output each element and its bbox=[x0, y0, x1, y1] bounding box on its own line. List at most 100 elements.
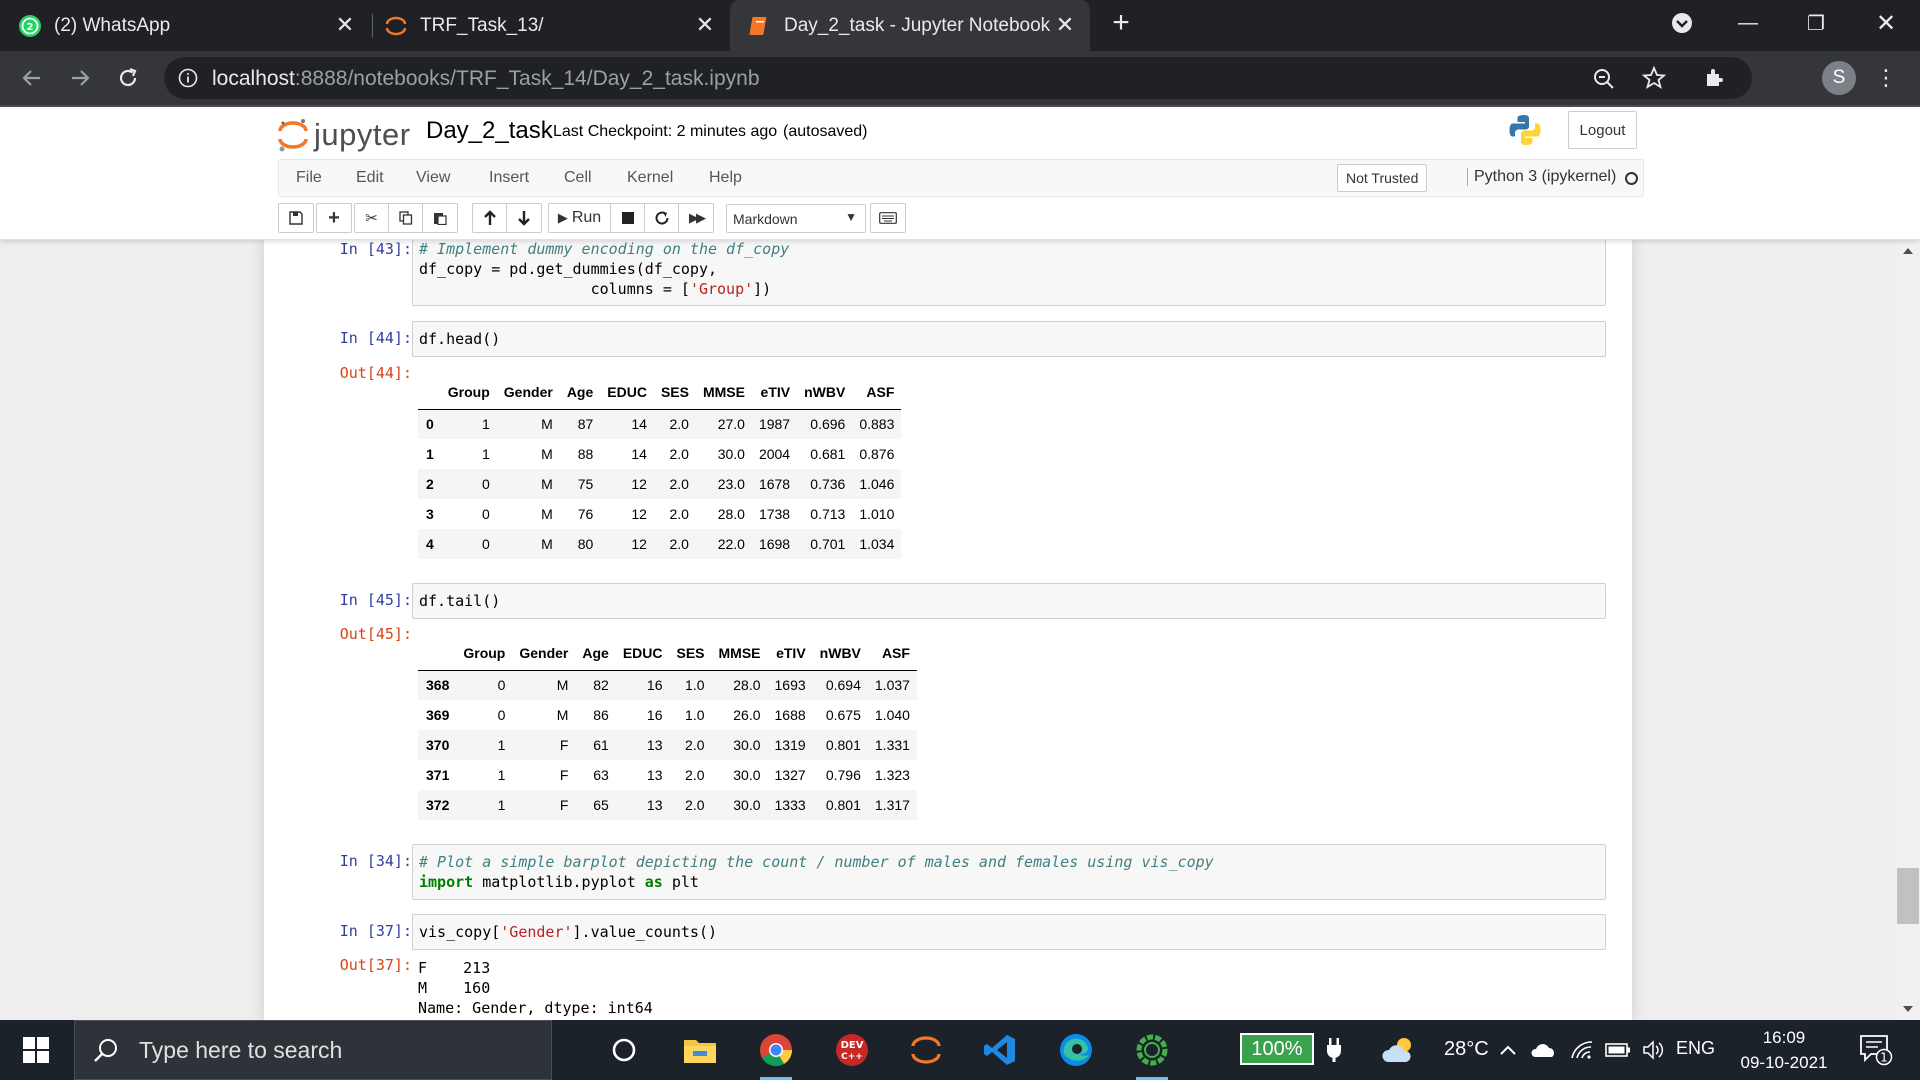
jupyter-logo[interactable]: jupyter bbox=[278, 115, 411, 155]
forward-icon[interactable] bbox=[62, 60, 98, 96]
move-up-icon[interactable] bbox=[473, 204, 507, 232]
run-button[interactable]: ▶ Run bbox=[549, 204, 611, 232]
zoom-icon[interactable] bbox=[1592, 67, 1616, 91]
cell-34-prompt: In [34]: bbox=[339, 852, 412, 870]
command-palette-keyboard-icon[interactable] bbox=[871, 204, 905, 232]
column-header-group: Group bbox=[440, 376, 497, 410]
table-cell: 1698 bbox=[758, 536, 791, 552]
tab-trf-task-13[interactable]: TRF_Task_13/ ✕ bbox=[384, 0, 730, 51]
interrupt-kernel-icon[interactable] bbox=[611, 204, 645, 232]
table-cell: 1.317 bbox=[874, 797, 910, 813]
address-bar[interactable]: localhost:8888/notebooks/TRF_Task_14/Day… bbox=[164, 57, 1752, 99]
autosave-status: (autosaved) bbox=[783, 123, 868, 140]
show-hidden-icons-chevron-icon[interactable] bbox=[1494, 1036, 1522, 1064]
weather-cloud-sun-icon[interactable] bbox=[1382, 1036, 1416, 1064]
scrollbar-thumb[interactable] bbox=[1897, 868, 1919, 924]
column-header-etiv: eTIV bbox=[767, 637, 813, 671]
cell-34-input[interactable]: # Plot a simple barplot depicting the co… bbox=[412, 844, 1606, 900]
close-tab-icon[interactable]: ✕ bbox=[334, 14, 356, 36]
cut-icon[interactable]: ✂ bbox=[355, 204, 389, 232]
edge-icon[interactable] bbox=[1052, 1028, 1100, 1072]
restore-icon[interactable]: ❐ bbox=[1786, 0, 1846, 46]
table-cell: 2004 bbox=[758, 446, 791, 462]
weather-temperature[interactable]: 28°C bbox=[1444, 1038, 1489, 1061]
table-cell: 0.736 bbox=[810, 476, 846, 492]
notebook-name[interactable]: Day_2_task bbox=[426, 117, 553, 145]
svg-text:2: 2 bbox=[27, 22, 34, 33]
minimize-icon[interactable]: ― bbox=[1718, 0, 1778, 46]
onedrive-cloud-icon[interactable] bbox=[1530, 1036, 1558, 1064]
reload-icon[interactable] bbox=[110, 60, 146, 96]
table-row: 1 1 M 88 14 2.0 30.0 2004 0.681 0.876 bbox=[418, 439, 901, 469]
chrome-taskbar-icon[interactable] bbox=[752, 1028, 800, 1080]
table-cell: 1.0 bbox=[685, 677, 705, 694]
cell-37-input[interactable]: vis_copy['Gender'].value_counts() bbox=[412, 914, 1606, 950]
menu-edit[interactable]: Edit bbox=[356, 169, 384, 187]
battery-icon[interactable] bbox=[1604, 1036, 1632, 1064]
tab-search-icon[interactable] bbox=[1652, 0, 1712, 46]
browser-menu-icon[interactable]: ⋮ bbox=[1874, 63, 1898, 93]
table-cell: 82 bbox=[593, 677, 609, 694]
extensions-icon[interactable] bbox=[1702, 66, 1726, 90]
menu-cell[interactable]: Cell bbox=[564, 169, 592, 187]
save-icon[interactable] bbox=[279, 204, 313, 232]
scroll-down-icon[interactable] bbox=[1903, 1006, 1913, 1012]
devcpp-icon[interactable]: DEV C++ bbox=[828, 1028, 876, 1072]
close-tab-icon[interactable]: ✕ bbox=[694, 14, 716, 36]
battery-percentage-badge[interactable]: 100% bbox=[1240, 1033, 1314, 1065]
file-explorer-icon[interactable] bbox=[676, 1028, 724, 1072]
scroll-up-icon[interactable] bbox=[1903, 248, 1913, 254]
back-icon[interactable] bbox=[14, 60, 50, 96]
close-window-icon[interactable]: ✕ bbox=[1856, 0, 1916, 46]
bookmark-star-icon[interactable] bbox=[1642, 66, 1666, 90]
cell-45-prompt: In [45]: bbox=[339, 591, 412, 609]
table-cell: 0.801 bbox=[825, 797, 861, 813]
tab-title: TRF_Task_13/ bbox=[420, 14, 544, 36]
menu-view[interactable]: View bbox=[416, 169, 450, 187]
cell-43-input[interactable]: # Implement dummy encoding on the df_cop… bbox=[412, 240, 1606, 306]
table-cell: 1678 bbox=[758, 476, 791, 492]
table-cell: 0.876 bbox=[859, 446, 895, 462]
paste-icon[interactable] bbox=[423, 204, 457, 232]
taskbar-search-box[interactable]: Type here to search bbox=[74, 1020, 552, 1080]
new-tab-button[interactable]: + bbox=[1096, 0, 1146, 46]
table-cell: 22.0 bbox=[717, 536, 745, 552]
site-info-icon[interactable] bbox=[178, 68, 198, 88]
copy-icon[interactable] bbox=[389, 204, 423, 232]
task-view-icon[interactable] bbox=[600, 1028, 648, 1072]
charging-plug-icon[interactable] bbox=[1320, 1036, 1348, 1064]
tab-day-2-task[interactable]: Day_2_task - Jupyter Notebook ✕ bbox=[730, 0, 1090, 51]
cell-45-input[interactable]: df.tail() bbox=[412, 583, 1606, 619]
jupyter-taskbar-icon[interactable] bbox=[902, 1028, 950, 1072]
volume-icon[interactable] bbox=[1640, 1036, 1668, 1064]
vscode-icon[interactable] bbox=[976, 1028, 1024, 1072]
restart-kernel-icon[interactable] bbox=[645, 204, 679, 232]
anaconda-navigator-icon[interactable] bbox=[1128, 1028, 1176, 1080]
tab-whatsapp[interactable]: 2 (2) WhatsApp ✕ bbox=[18, 0, 370, 51]
cell-44-input[interactable]: df.head() bbox=[412, 321, 1606, 357]
not-trusted-button[interactable]: Not Trusted bbox=[1337, 164, 1428, 192]
menu-kernel[interactable]: Kernel bbox=[627, 169, 673, 187]
menu-insert[interactable]: Insert bbox=[489, 169, 529, 187]
kernel-name[interactable]: Python 3 (ipykernel) bbox=[1467, 168, 1616, 186]
cell-type-select[interactable]: Markdown ▼ bbox=[726, 204, 866, 233]
notification-center-icon[interactable]: 1 bbox=[1856, 1035, 1896, 1066]
index-header bbox=[418, 637, 457, 671]
table-cell: 1.331 bbox=[874, 737, 910, 753]
input-language[interactable]: ENG bbox=[1676, 1038, 1715, 1059]
profile-avatar[interactable]: S bbox=[1822, 61, 1856, 95]
system-clock[interactable]: 16:09 09-10-2021 bbox=[1734, 1025, 1834, 1075]
logout-button[interactable]: Logout bbox=[1568, 111, 1637, 149]
search-placeholder: Type here to search bbox=[139, 1036, 343, 1063]
menu-file[interactable]: File bbox=[296, 169, 322, 187]
windows-start-icon[interactable] bbox=[12, 1028, 60, 1072]
tab-title: (2) WhatsApp bbox=[54, 14, 171, 36]
cell-44-code: df.head() bbox=[419, 330, 501, 348]
close-tab-icon[interactable]: ✕ bbox=[1054, 14, 1076, 36]
insert-cell-icon[interactable]: + bbox=[317, 204, 351, 232]
table-cell: F bbox=[559, 737, 569, 753]
restart-run-all-icon[interactable]: ▶▶ bbox=[679, 204, 713, 232]
move-down-icon[interactable] bbox=[507, 204, 541, 232]
wifi-icon[interactable] bbox=[1568, 1036, 1596, 1064]
menu-help[interactable]: Help bbox=[709, 169, 742, 187]
